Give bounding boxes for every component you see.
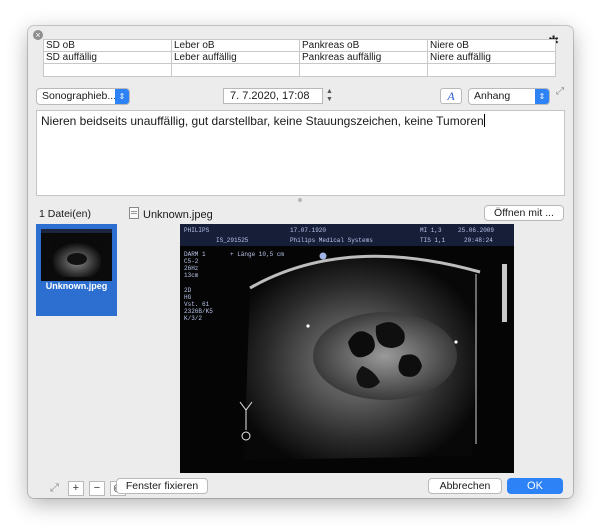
add-file-button[interactable]: + xyxy=(67,481,84,496)
us-brand: PHILIPS xyxy=(184,227,210,234)
expand-icon[interactable]: ⤢ xyxy=(50,482,59,494)
us-time: 20:48:24 xyxy=(464,237,493,244)
condition-leber-ob[interactable]: Leber oB xyxy=(171,39,300,52)
datetime-field[interactable]: 7. 7.2020, 17:08 xyxy=(223,88,323,104)
category-select[interactable]: Sonographieb... ⇕ xyxy=(36,88,130,105)
split-handle[interactable] xyxy=(298,198,302,202)
us-date2: 25.06.2009 xyxy=(458,227,494,234)
condition-niere-ob[interactable]: Niere oB xyxy=(427,39,556,52)
font-button[interactable]: A xyxy=(440,88,462,104)
us-mode-line: 2D xyxy=(184,287,192,294)
us-probe-line: 13cm xyxy=(184,272,199,279)
file-thumbnail[interactable]: Unknown.jpeg xyxy=(36,224,117,316)
condition-pankreas-ob[interactable]: Pankreas oB xyxy=(299,39,428,52)
attachment-select-label: Anhang xyxy=(474,90,511,102)
condition-table: SD oB Leber oB Pankreas oB Niere oB SD a… xyxy=(43,39,556,77)
document-icon xyxy=(129,207,139,219)
condition-niere-auffaellig[interactable]: Niere auffällig xyxy=(427,51,556,64)
us-patient-id: IS_291525 xyxy=(216,237,249,244)
condition-empty-cell[interactable] xyxy=(427,63,556,77)
us-mode-line: HG xyxy=(184,294,192,301)
us-mode-line: K/3/2 xyxy=(184,315,202,322)
condition-pankreas-auffaellig[interactable]: Pankreas auffällig xyxy=(299,51,428,64)
close-icon[interactable]: × xyxy=(33,30,43,40)
us-measure: + Länge 10,5 cm xyxy=(230,251,284,258)
file-count: 1 Datei(en) xyxy=(39,208,91,220)
text-caret xyxy=(483,114,485,127)
us-company: Philips Medical Systems xyxy=(290,237,373,244)
table-row xyxy=(43,63,556,77)
expand-icon[interactable]: ⤢ xyxy=(556,86,564,97)
condition-empty-cell[interactable] xyxy=(43,63,172,77)
thumbnail-label: Unknown.jpeg xyxy=(45,281,108,291)
thumbnail-image xyxy=(41,229,112,281)
table-row: SD oB Leber oB Pankreas oB Niere oB xyxy=(43,39,556,52)
datetime-stepper[interactable]: ▲ ▼ xyxy=(325,88,334,104)
remove-file-button[interactable]: − xyxy=(88,481,105,496)
selected-file-name: Unknown.jpeg xyxy=(143,209,213,221)
us-mode-line: Vst. 61 xyxy=(184,301,210,308)
condition-empty-cell[interactable] xyxy=(171,63,300,77)
table-row: SD auffällig Leber auffällig Pankreas au… xyxy=(43,51,556,64)
ok-button[interactable]: OK xyxy=(507,478,563,494)
us-mi: MI 1,3 xyxy=(420,227,442,234)
us-tis: TIS 1,1 xyxy=(420,237,446,244)
chevron-updown-icon: ⇕ xyxy=(115,89,129,104)
fix-window-button[interactable]: Fenster fixieren xyxy=(116,478,208,494)
us-date: 17.07.1920 xyxy=(290,227,326,234)
condition-sd-ob[interactable]: SD oB xyxy=(43,39,172,52)
us-probe-line: C5-2 xyxy=(184,258,199,265)
condition-sd-auffaellig[interactable]: SD auffällig xyxy=(43,51,172,64)
us-probe-line: 26Hz xyxy=(184,265,199,272)
selected-file: Unknown.jpeg xyxy=(129,207,213,222)
chevron-updown-icon: ⇕ xyxy=(535,89,549,104)
image-preview[interactable]: PHILIPS 17.07.1920 MI 1,3 25.06.2009 IS_… xyxy=(180,224,514,473)
open-with-button[interactable]: Öffnen mit ... xyxy=(484,205,564,221)
condition-leber-auffaellig[interactable]: Leber auffällig xyxy=(171,51,300,64)
us-mode-line: 2326B/K5 xyxy=(184,308,213,315)
attachment-select[interactable]: Anhang ⇕ xyxy=(468,88,550,105)
us-probe-line: DARM 1 xyxy=(184,251,206,258)
cancel-button[interactable]: Abbrechen xyxy=(428,478,502,494)
category-select-label: Sonographieb... xyxy=(42,90,117,102)
note-textarea[interactable]: Nieren beidseits unauffällig, gut darste… xyxy=(36,110,565,196)
document-dialog: × ✱ SD oB Leber oB Pankreas oB Niere oB … xyxy=(28,26,573,498)
condition-empty-cell[interactable] xyxy=(299,63,428,77)
note-text: Nieren beidseits unauffällig, gut darste… xyxy=(41,114,484,128)
